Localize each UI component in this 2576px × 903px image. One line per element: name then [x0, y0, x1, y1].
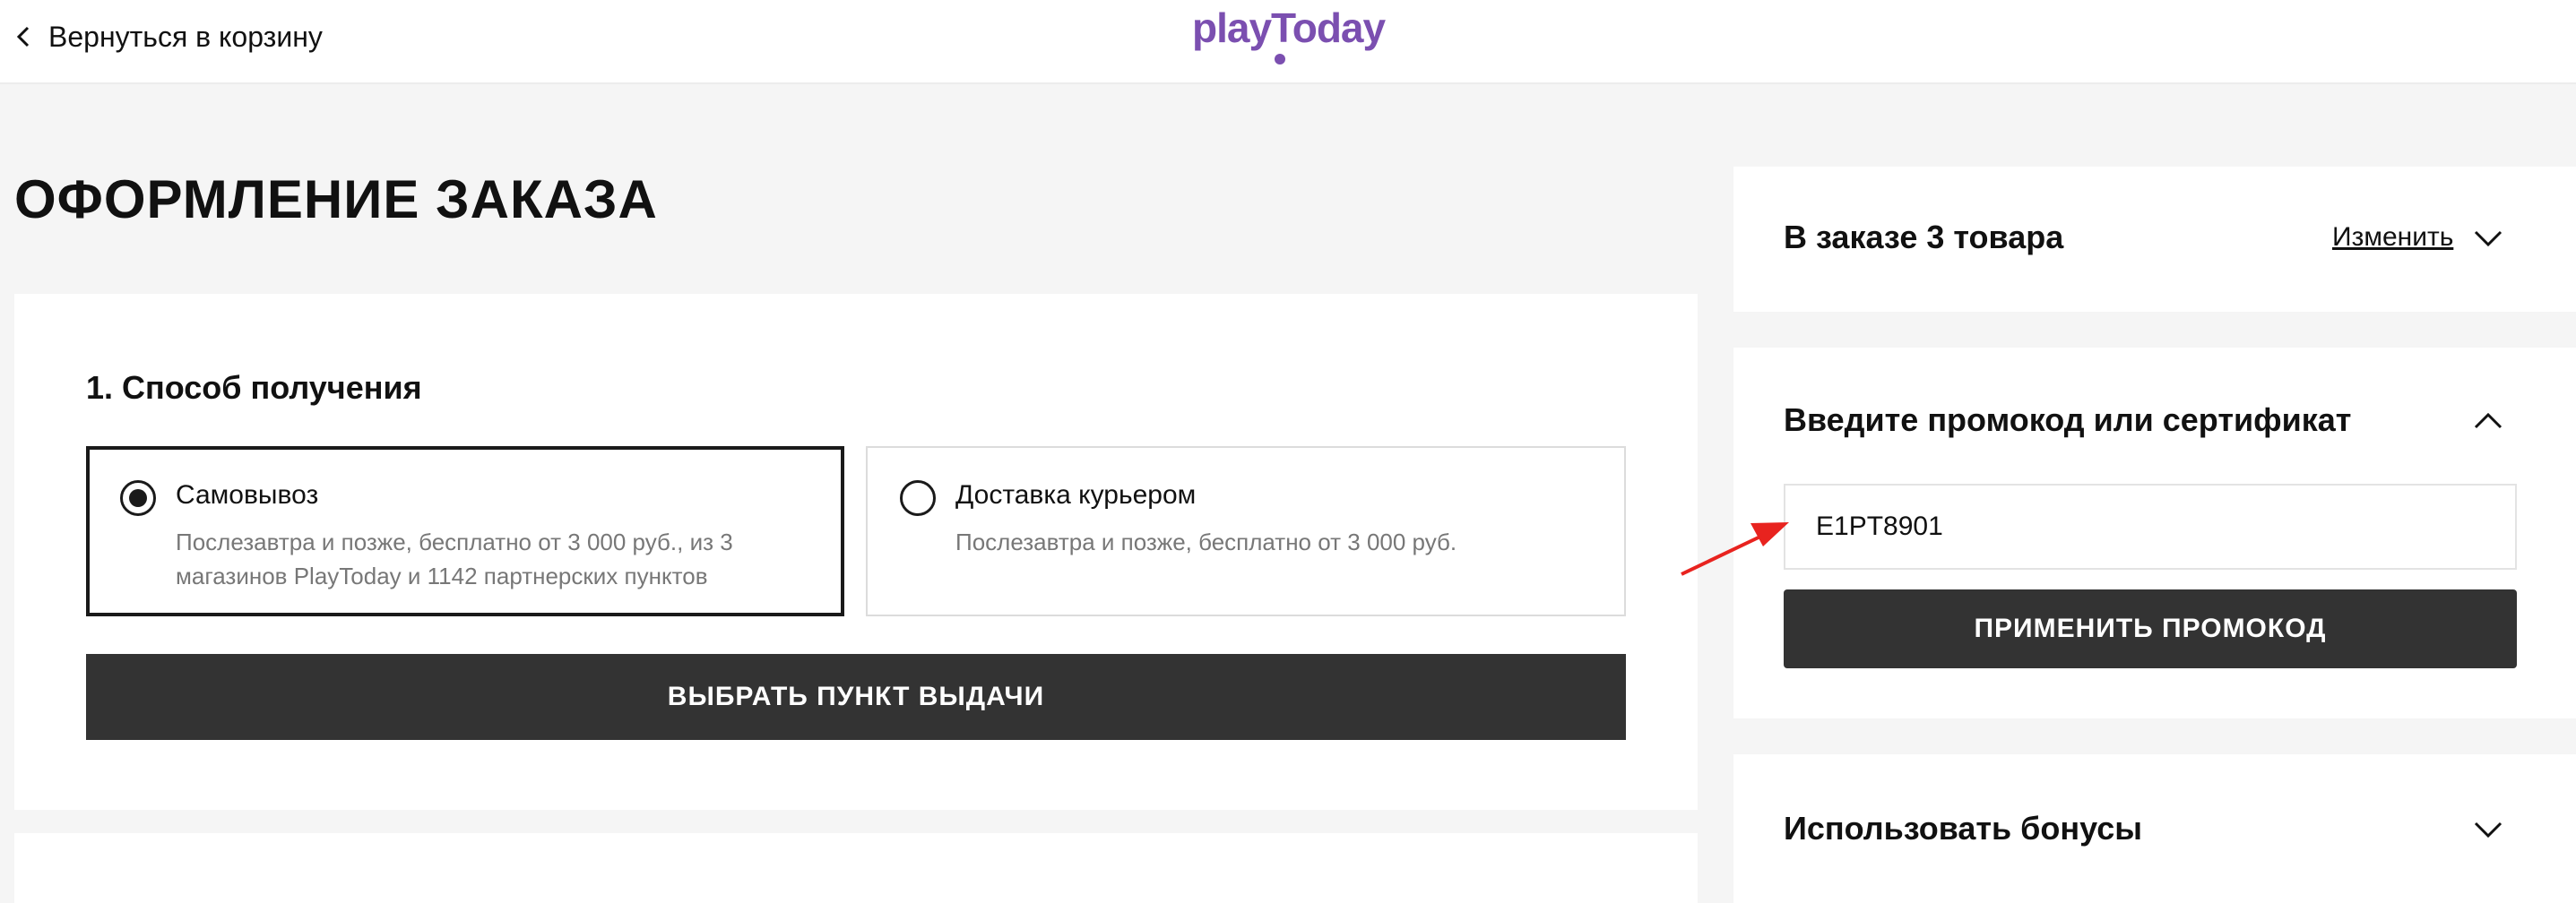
pickup-option-description: Послезавтра и позже, бесплатно от 3 000 … — [176, 529, 733, 589]
delivery-option-courier[interactable]: Доставка курьером Послезавтра и позже, б… — [866, 446, 1626, 616]
use-bonuses-card: Использовать бонусы — [1733, 754, 2576, 903]
back-to-cart-link[interactable]: Вернуться в корзину — [16, 14, 323, 59]
page-title: ОФОРМЛЕНИЕ ЗАКАЗА — [14, 169, 658, 229]
delivery-method-card: 1. Способ получения Самовывоз Послезавтр… — [14, 294, 1698, 810]
courier-radio[interactable] — [900, 480, 936, 516]
logo-text: playToday — [1192, 4, 1386, 51]
pickup-option-title: Самовывоз — [176, 480, 319, 510]
delivery-section-title: 1. Способ получения — [86, 369, 422, 406]
back-link-label: Вернуться в корзину — [48, 20, 323, 53]
courier-option-title: Доставка курьером — [955, 480, 1197, 510]
brand-logo[interactable]: playToday — [1192, 4, 1386, 66]
chevron-down-icon[interactable] — [2470, 220, 2506, 256]
radio-selected-dot — [129, 489, 147, 507]
pickup-radio[interactable] — [120, 480, 156, 516]
chevron-down-icon[interactable] — [2470, 812, 2506, 847]
chevron-up-icon[interactable] — [2470, 403, 2506, 439]
red-arrow-icon — [1681, 522, 1789, 576]
promo-code-input[interactable] — [1784, 484, 2517, 570]
courier-option-description: Послезавтра и позже, бесплатно от 3 000 … — [955, 529, 1457, 555]
top-header: Вернуться в корзину playToday — [0, 0, 2576, 84]
use-bonuses-title: Использовать бонусы — [1784, 810, 2143, 847]
next-section-card — [14, 833, 1698, 903]
chevron-left-icon — [16, 26, 30, 47]
promo-code-card: Введите промокод или сертификат ПРИМЕНИТ… — [1733, 348, 2576, 718]
order-summary-title: В заказе 3 товара — [1784, 219, 2064, 255]
choose-pickup-point-button[interactable]: ВЫБРАТЬ ПУНКТ ВЫДАЧИ — [86, 654, 1626, 740]
order-summary-card: В заказе 3 товара Изменить — [1733, 167, 2576, 312]
apply-promo-button[interactable]: ПРИМЕНИТЬ ПРОМОКОД — [1784, 589, 2517, 668]
promo-code-title: Введите промокод или сертификат — [1784, 401, 2352, 438]
change-order-link[interactable]: Изменить — [2332, 222, 2453, 253]
delivery-option-pickup[interactable]: Самовывоз Послезавтра и позже, бесплатно… — [86, 446, 844, 616]
logo-dot — [1275, 54, 1285, 64]
